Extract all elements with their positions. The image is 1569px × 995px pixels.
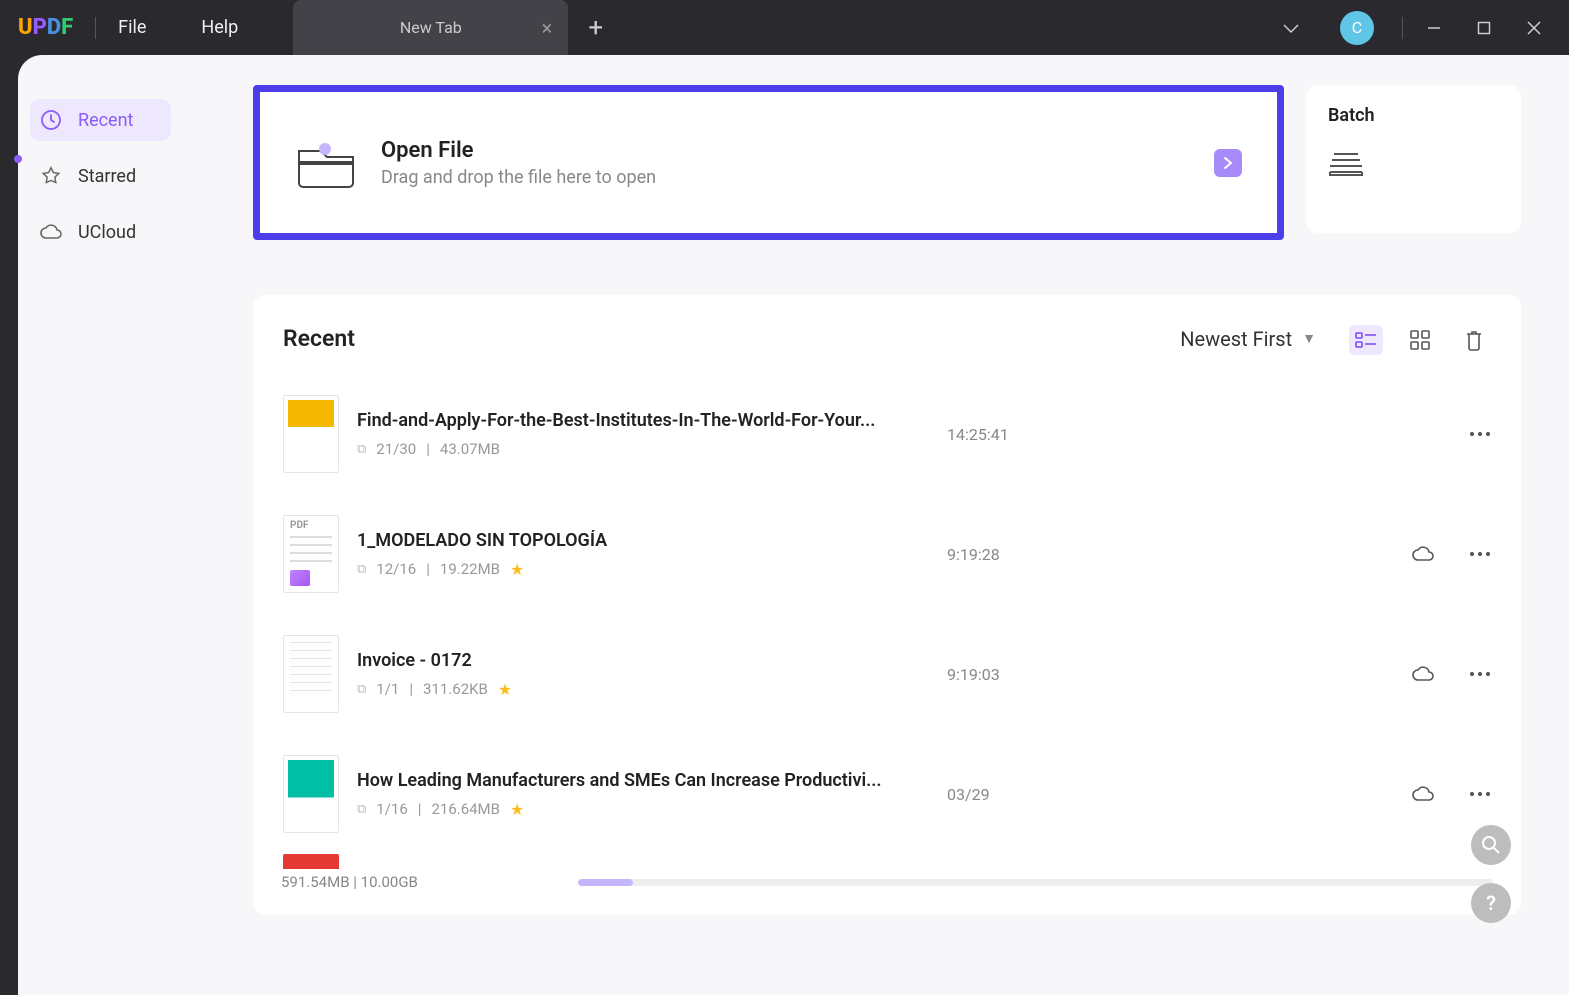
sort-label: Newest First [1180, 327, 1292, 351]
notification-dot-icon [14, 155, 22, 163]
tab-strip: New Tab × + [293, 0, 623, 55]
maximize-icon[interactable] [1459, 8, 1509, 48]
file-size: 311.62KB [423, 680, 488, 698]
batch-icon[interactable] [1328, 146, 1499, 176]
user-avatar[interactable]: C [1340, 11, 1374, 45]
more-icon[interactable] [1469, 551, 1491, 557]
batch-title: Batch [1328, 105, 1499, 126]
file-thumbnail [283, 755, 339, 833]
file-meta: ⧉ 21/30 | 43.07MB [357, 440, 887, 458]
sidebar-item-ucloud[interactable]: UCloud [30, 211, 171, 253]
file-meta: ⧉ 1/16 | 216.64MB ★ [357, 800, 887, 819]
file-meta: ⧉ 1/1 | 311.62KB ★ [357, 680, 887, 699]
file-name: How Leading Manufacturers and SMEs Can I… [357, 770, 887, 791]
file-thumbnail [283, 635, 339, 713]
list-view-button[interactable] [1349, 325, 1383, 355]
chevron-down-icon: ▼ [1302, 330, 1316, 347]
open-file-subtitle: Drag and drop the file here to open [381, 167, 1214, 188]
file-thumbnail [283, 395, 339, 473]
sort-dropdown[interactable]: Newest First ▼ [1180, 327, 1316, 351]
file-row[interactable]: 1_MODELADO SIN TOPOLOGÍA ⧉ 12/16 | 19.22… [283, 494, 1491, 614]
file-row[interactable]: Find-and-Apply-For-the-Best-Institutes-I… [283, 374, 1491, 494]
file-pages: 1/16 [376, 800, 407, 818]
pages-icon: ⧉ [357, 562, 366, 577]
separator [95, 17, 96, 39]
app-logo: UPDF [18, 15, 73, 40]
dropdown-caret-icon[interactable] [1282, 22, 1300, 34]
file-name: Find-and-Apply-For-the-Best-Institutes-I… [357, 410, 887, 431]
sidebar-label: Recent [78, 110, 133, 131]
file-name: 1_MODELADO SIN TOPOLOGÍA [357, 530, 887, 551]
file-thumbnail [283, 854, 339, 874]
file-time: 03/29 [947, 785, 1107, 804]
cloud-icon[interactable] [1411, 544, 1435, 564]
file-thumbnail [283, 515, 339, 593]
content-area: Open File Drag and drop the file here to… [183, 55, 1569, 995]
file-row[interactable]: Invoice - 0172 ⧉ 1/1 | 311.62KB ★ 9:19:0… [283, 614, 1491, 734]
star-icon [38, 163, 64, 189]
pages-icon: ⧉ [357, 802, 366, 817]
menu-help[interactable]: Help [201, 17, 238, 38]
folder-icon [295, 137, 357, 189]
search-button[interactable] [1471, 825, 1511, 865]
sidebar-label: UCloud [78, 222, 136, 243]
file-size: 43.07MB [440, 440, 500, 458]
open-file-title: Open File [381, 138, 1214, 163]
file-size: 216.64MB [431, 800, 500, 818]
pages-icon: ⧉ [357, 442, 366, 457]
file-size: 19.22MB [440, 560, 500, 578]
file-row[interactable]: How Leading Manufacturers and SMEs Can I… [283, 734, 1491, 854]
storage-text: 591.54MB | 10.00GB [281, 873, 418, 891]
menu-file[interactable]: File [118, 17, 146, 38]
sidebar-item-recent[interactable]: Recent [30, 99, 171, 141]
file-time: 14:25:41 [947, 425, 1107, 444]
file-pages: 12/16 [376, 560, 416, 578]
sidebar-label: Starred [78, 166, 136, 187]
close-tab-icon[interactable]: × [542, 16, 553, 40]
storage-footer: 591.54MB | 10.00GB [281, 873, 1493, 891]
star-icon: ★ [498, 680, 512, 699]
more-icon[interactable] [1469, 791, 1491, 797]
storage-bar [578, 879, 1493, 886]
chevron-right-icon[interactable] [1214, 149, 1242, 177]
cloud-icon[interactable] [1411, 664, 1435, 684]
tab-new[interactable]: New Tab × [293, 0, 568, 55]
sidebar-item-starred[interactable]: Starred [30, 155, 171, 197]
recent-panel: Recent Newest First ▼ [253, 295, 1521, 915]
titlebar-right: C [1282, 8, 1559, 48]
storage-fill [578, 879, 633, 886]
cloud-icon[interactable] [1411, 784, 1435, 804]
file-time: 9:19:03 [947, 665, 1107, 684]
help-button[interactable]: ? [1471, 883, 1511, 923]
more-icon[interactable] [1469, 431, 1491, 437]
more-icon[interactable] [1469, 671, 1491, 677]
pages-icon: ⧉ [357, 682, 366, 697]
tab-label: New Tab [400, 18, 462, 37]
file-pages: 21/30 [376, 440, 416, 458]
grid-view-button[interactable] [1403, 325, 1437, 355]
close-icon[interactable] [1509, 8, 1559, 48]
file-pages: 1/1 [376, 680, 399, 698]
star-icon: ★ [510, 560, 524, 579]
cloud-icon [38, 219, 64, 245]
file-list: Find-and-Apply-For-the-Best-Institutes-I… [283, 374, 1491, 874]
sidebar: Recent Starred UCloud [18, 55, 183, 995]
file-name: Invoice - 0172 [357, 650, 887, 671]
recent-title: Recent [283, 325, 355, 352]
titlebar: UPDF File Help New Tab × + C [0, 0, 1569, 55]
minimize-icon[interactable] [1409, 8, 1459, 48]
file-meta: ⧉ 12/16 | 19.22MB ★ [357, 560, 887, 579]
star-icon: ★ [510, 800, 524, 819]
delete-button[interactable] [1457, 325, 1491, 355]
batch-card: Batch [1306, 85, 1521, 233]
main-window: Recent Starred UCloud [18, 55, 1569, 995]
file-time: 9:19:28 [947, 545, 1107, 564]
separator [1402, 17, 1403, 39]
open-file-card[interactable]: Open File Drag and drop the file here to… [253, 85, 1284, 240]
clock-icon [38, 107, 64, 133]
new-tab-button[interactable]: + [568, 0, 623, 55]
